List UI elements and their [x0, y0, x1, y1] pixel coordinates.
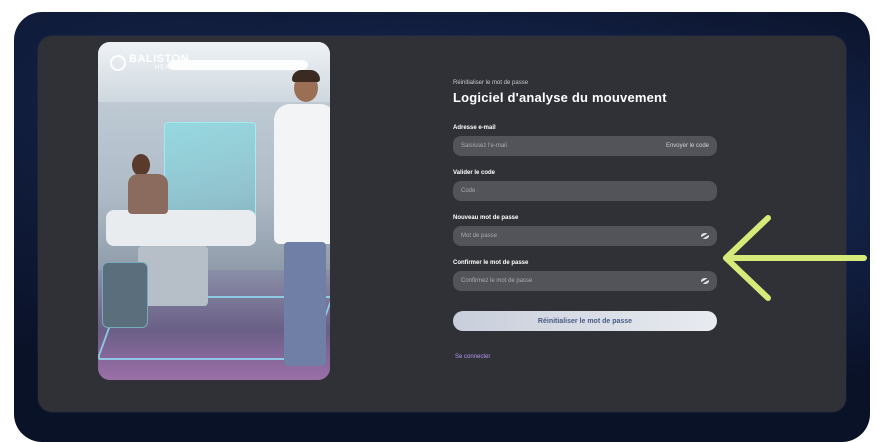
confirm-password-label: Confirmer le mot de passe [453, 260, 529, 266]
logo-text: BALISTON HEALTHS [129, 53, 190, 72]
confirm-password-field[interactable]: Confirmez le mot de passe [453, 271, 717, 291]
image-doctor-coat [274, 104, 330, 244]
new-password-label: Nouveau mot de passe [453, 215, 519, 221]
logo-icon [110, 54, 126, 71]
image-monitor [102, 262, 148, 328]
email-placeholder: Saisissez l'e-mail [461, 143, 507, 149]
code-field[interactable]: Code [453, 181, 717, 201]
arrow-left-icon [723, 215, 867, 301]
form-eyebrow: Réinitialiser le mot de passe [453, 80, 529, 86]
page-title: Logiciel d'analyse du mouvement [453, 90, 667, 105]
image-doctor-legs [284, 242, 326, 366]
email-label: Adresse e-mail [453, 125, 496, 131]
email-field[interactable]: Saisissez l'e-mail Envoyer le code [453, 136, 717, 156]
eye-off-icon[interactable] [701, 233, 709, 239]
code-placeholder: Code [461, 188, 476, 194]
image-patient-head [132, 154, 150, 176]
confirm-password-placeholder: Confirmez le mot de passe [461, 278, 533, 284]
image-doctor-hair [292, 70, 320, 82]
image-patient-body [128, 174, 168, 214]
send-code-button[interactable]: Envoyer le code [666, 143, 709, 149]
new-password-placeholder: Mot de passe [461, 233, 498, 239]
new-password-field[interactable]: Mot de passe [453, 226, 717, 246]
brand-logo: BALISTON HEALTHS [110, 54, 189, 71]
reset-password-form: Réinitialiser le mot de passe Logiciel d… [453, 80, 717, 360]
hero-image: BALISTON HEALTHS [98, 42, 330, 380]
image-exam-bed-base [138, 246, 208, 306]
logo-subtitle: HEALTHS [154, 65, 190, 71]
login-link[interactable]: Se connecter [455, 354, 490, 360]
logo-name: BALISTON [129, 53, 190, 65]
reset-password-button[interactable]: Réinitialiser le mot de passe [453, 311, 717, 331]
code-label: Valider le code [453, 170, 496, 176]
image-exam-bed [106, 210, 256, 246]
eye-off-icon[interactable] [701, 278, 709, 284]
